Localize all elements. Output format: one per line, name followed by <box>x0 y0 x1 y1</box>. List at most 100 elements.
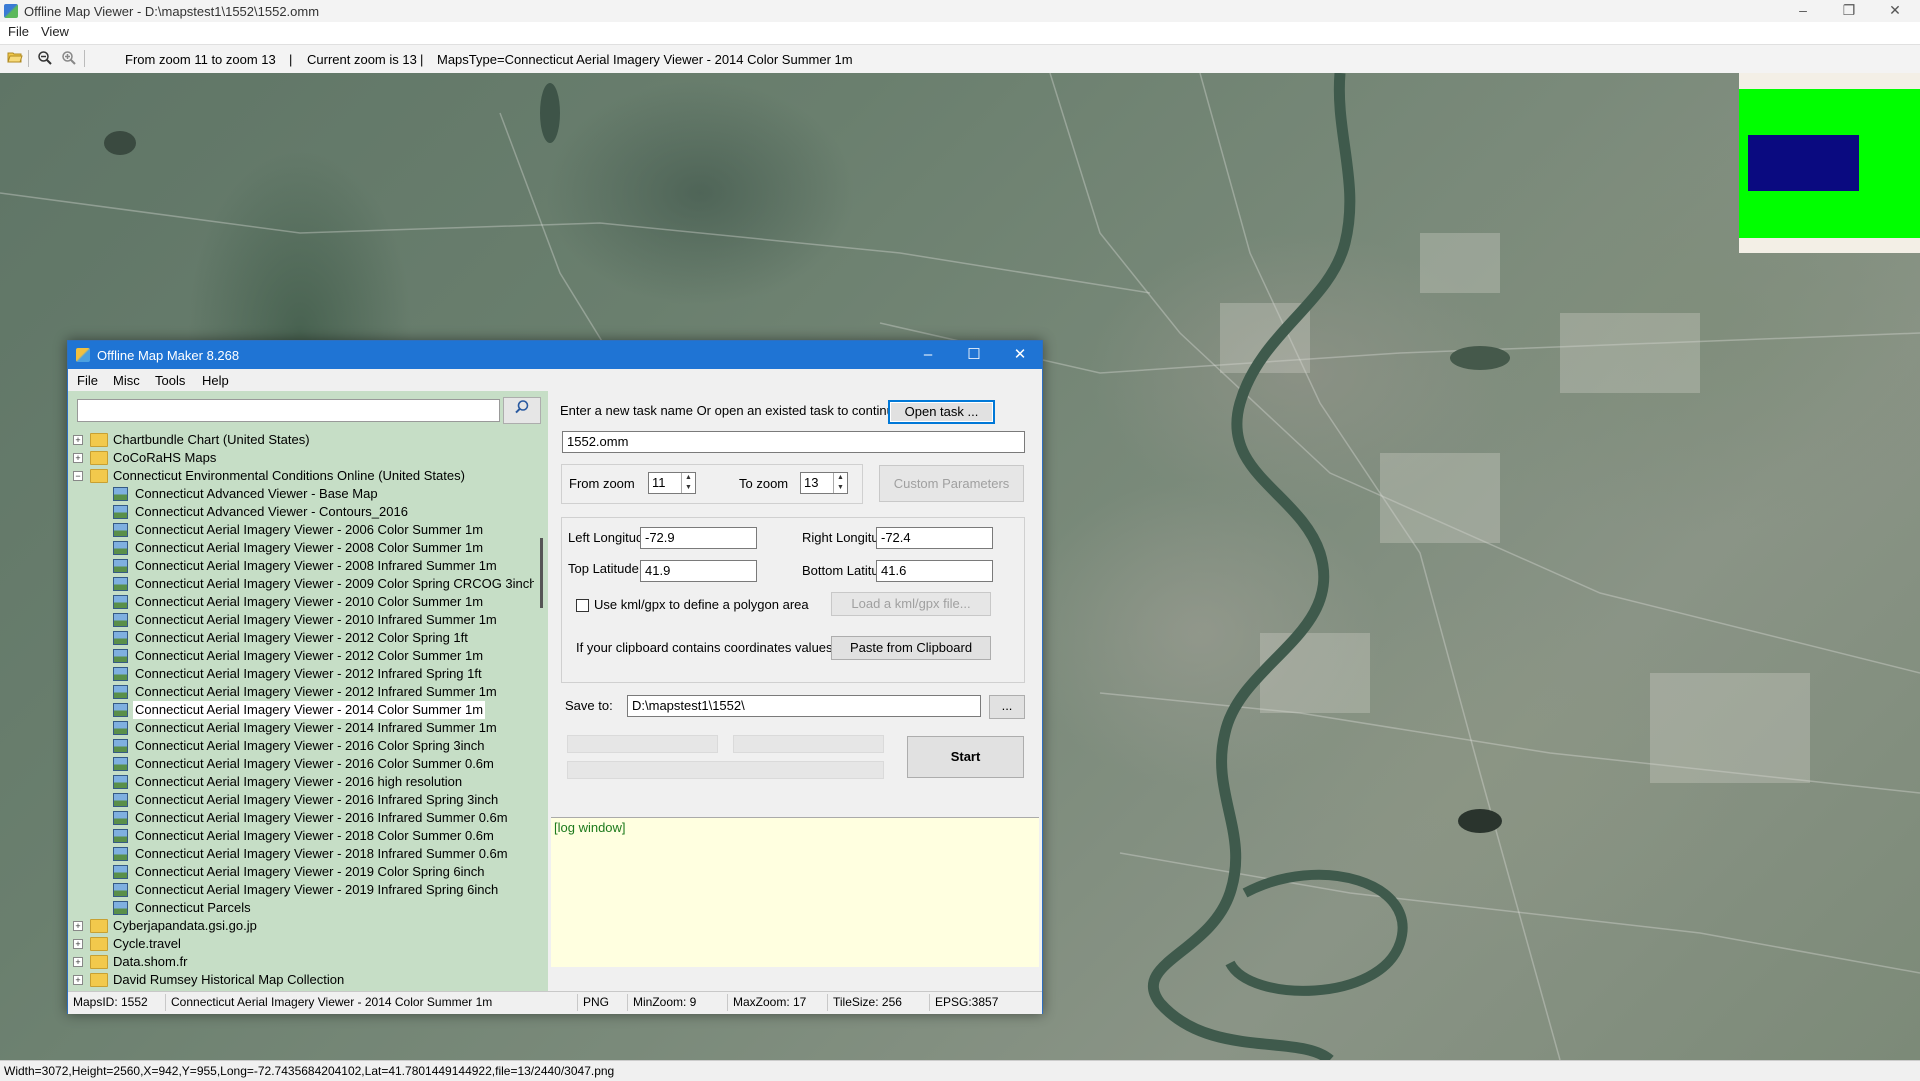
save-to-label: Save to: <box>565 698 613 713</box>
map-layer-icon <box>113 829 128 843</box>
map-search-input[interactable] <box>77 399 500 422</box>
tree-node[interactable]: Connecticut Aerial Imagery Viewer - 2012… <box>68 629 534 647</box>
tree-node[interactable]: + Chartbundle Chart (United States) <box>68 431 534 449</box>
bottom-latitude-input[interactable]: 41.6 <box>876 560 993 582</box>
custom-parameters-button[interactable]: Custom Parameters <box>879 465 1024 502</box>
task-name-input[interactable]: 1552.omm <box>562 431 1025 453</box>
tree-node[interactable]: Connecticut Aerial Imagery Viewer - 2012… <box>68 647 534 665</box>
zoom-in-icon[interactable] <box>60 50 78 68</box>
log-window[interactable]: [log window] <box>551 817 1039 967</box>
tree-node[interactable]: + Data.shom.fr <box>68 953 534 971</box>
chevron-down-icon[interactable]: ▼ <box>681 483 695 493</box>
tree-node[interactable]: Connecticut Aerial Imagery Viewer - 2009… <box>68 575 534 593</box>
right-longitude-input[interactable]: -72.4 <box>876 527 993 549</box>
tree-node-label: CoCoRaHS Maps <box>113 450 217 465</box>
tree-node[interactable]: Connecticut Advanced Viewer - Base Map <box>68 485 534 503</box>
tree-node[interactable]: Connecticut Aerial Imagery Viewer - 2016… <box>68 791 534 809</box>
tree-node[interactable]: Connecticut Aerial Imagery Viewer - 2006… <box>68 521 534 539</box>
folder-open-icon[interactable] <box>6 50 24 68</box>
tree-node[interactable]: Connecticut Aerial Imagery Viewer - 2014… <box>68 701 534 719</box>
minimize-button[interactable]: – <box>1780 0 1826 22</box>
search-button[interactable] <box>503 397 541 424</box>
dialog-menu-file[interactable]: File <box>70 373 105 388</box>
paste-from-clipboard-button[interactable]: Paste from Clipboard <box>831 636 991 660</box>
top-latitude-label: Top Latitude <box>568 561 639 576</box>
folder-open-icon <box>90 469 108 483</box>
dialog-menu-misc[interactable]: Misc <box>106 373 147 388</box>
map-source-pane: + Chartbundle Chart (United States) + CoCoR… <box>68 391 548 991</box>
tree-node[interactable]: Connecticut Aerial Imagery Viewer - 2014… <box>68 719 534 737</box>
window-titlebar: Offline Map Viewer - D:\mapstest1\1552\1… <box>0 0 1920 22</box>
expand-icon[interactable]: + <box>73 453 83 463</box>
save-path-input[interactable]: D:\mapstest1\1552\ <box>627 695 981 717</box>
tree-node[interactable]: Connecticut Aerial Imagery Viewer - 2008… <box>68 557 534 575</box>
menu-file[interactable]: File <box>0 24 37 39</box>
zoom-out-icon[interactable] <box>36 50 54 68</box>
to-zoom-stepper[interactable]: 13 ▲ ▼ <box>800 472 848 494</box>
overview-minimap[interactable] <box>1739 73 1920 253</box>
tree-scrollbar-thumb[interactable] <box>540 538 543 608</box>
tree-node[interactable]: Connecticut Aerial Imagery Viewer - 2008… <box>68 539 534 557</box>
tree-node[interactable]: + Cyberjapandata.gsi.go.jp <box>68 917 534 935</box>
clipboard-label: If your clipboard contains coordinates v… <box>576 640 837 655</box>
tree-node[interactable]: Connecticut Advanced Viewer - Contours_2… <box>68 503 534 521</box>
dialog-maximize-button[interactable]: ☐ <box>952 341 996 369</box>
expand-icon[interactable]: + <box>73 975 83 985</box>
tree-scrollbar[interactable] <box>538 431 548 991</box>
tree-node[interactable]: Connecticut Aerial Imagery Viewer - 2010… <box>68 593 534 611</box>
browse-button[interactable]: ... <box>989 695 1025 719</box>
status-format: PNG <box>578 994 628 1011</box>
tree-node[interactable]: Connecticut Aerial Imagery Viewer - 2010… <box>68 611 534 629</box>
tree-node[interactable]: Connecticut Aerial Imagery Viewer - 2012… <box>68 665 534 683</box>
expand-icon[interactable]: + <box>73 921 83 931</box>
maximize-button[interactable]: ❐ <box>1826 0 1872 22</box>
kml-checkbox-label[interactable]: Use kml/gpx to define a polygon area <box>594 597 809 612</box>
tree-node[interactable]: Connecticut Parcels <box>68 899 534 917</box>
folder-icon <box>90 955 108 969</box>
expand-icon[interactable]: + <box>73 957 83 967</box>
left-longitude-input[interactable]: -72.9 <box>640 527 757 549</box>
tree-node[interactable]: Connecticut Aerial Imagery Viewer - 2016… <box>68 773 534 791</box>
dialog-menu-help[interactable]: Help <box>195 373 236 388</box>
dialog-close-button[interactable]: ✕ <box>998 341 1042 369</box>
tree-node[interactable]: + Cycle.travel <box>68 935 534 953</box>
top-latitude-input[interactable]: 41.9 <box>640 560 757 582</box>
tree-node-label: Connecticut Aerial Imagery Viewer - 2010… <box>135 612 497 627</box>
tree-node-label: Connecticut Aerial Imagery Viewer - 2016… <box>135 792 499 807</box>
tree-node[interactable]: Connecticut Aerial Imagery Viewer - 2018… <box>68 845 534 863</box>
tree-node[interactable]: Connecticut Aerial Imagery Viewer - 2016… <box>68 809 534 827</box>
tree-node[interactable]: Connecticut Aerial Imagery Viewer - 2016… <box>68 737 534 755</box>
tree-node[interactable]: + CoCoRaHS Maps <box>68 449 534 467</box>
current-zoom-text: Current zoom is 13 <box>307 52 417 67</box>
open-task-button[interactable]: Open task ... <box>888 400 995 424</box>
load-kml-button[interactable]: Load a kml/gpx file... <box>831 592 991 616</box>
chevron-up-icon[interactable]: ▲ <box>681 473 695 483</box>
close-button[interactable]: ✕ <box>1872 0 1918 22</box>
log-scrollbar[interactable] <box>1039 817 1042 966</box>
tree-node[interactable]: Connecticut Aerial Imagery Viewer - 2018… <box>68 827 534 845</box>
chevron-up-icon[interactable]: ▲ <box>833 473 847 483</box>
kml-checkbox[interactable] <box>576 599 589 612</box>
from-zoom-stepper[interactable]: 11 ▲ ▼ <box>648 472 696 494</box>
window-title: Offline Map Viewer - D:\mapstest1\1552\1… <box>24 4 320 19</box>
tree-node[interactable]: + David Rumsey Historical Map Collection <box>68 971 534 989</box>
tree-node[interactable]: Connecticut Aerial Imagery Viewer - 2019… <box>68 881 534 899</box>
expand-icon[interactable]: + <box>73 435 83 445</box>
status-maps-id: MapsID: 1552 <box>68 994 166 1011</box>
expand-icon[interactable]: + <box>73 939 83 949</box>
tree-node-label: Cycle.travel <box>113 936 181 951</box>
menu-view[interactable]: View <box>33 24 77 39</box>
tree-node[interactable]: Connecticut Aerial Imagery Viewer - 2012… <box>68 683 534 701</box>
tree-node[interactable]: Connecticut Aerial Imagery Viewer - 2019… <box>68 863 534 881</box>
tree-node[interactable]: − Connecticut Environmental Conditions On… <box>68 467 534 485</box>
dialog-app-icon <box>76 348 90 362</box>
minimap-viewport[interactable] <box>1748 135 1859 191</box>
chevron-down-icon[interactable]: ▼ <box>833 483 847 493</box>
tree-node[interactable]: Connecticut Aerial Imagery Viewer - 2016… <box>68 755 534 773</box>
map-source-tree[interactable]: + Chartbundle Chart (United States) + CoCoR… <box>68 431 534 991</box>
collapse-icon[interactable]: − <box>73 471 83 481</box>
start-button[interactable]: Start <box>907 736 1024 778</box>
dialog-minimize-button[interactable]: – <box>906 341 950 369</box>
map-layer-icon <box>113 595 128 609</box>
dialog-menu-tools[interactable]: Tools <box>148 373 192 388</box>
